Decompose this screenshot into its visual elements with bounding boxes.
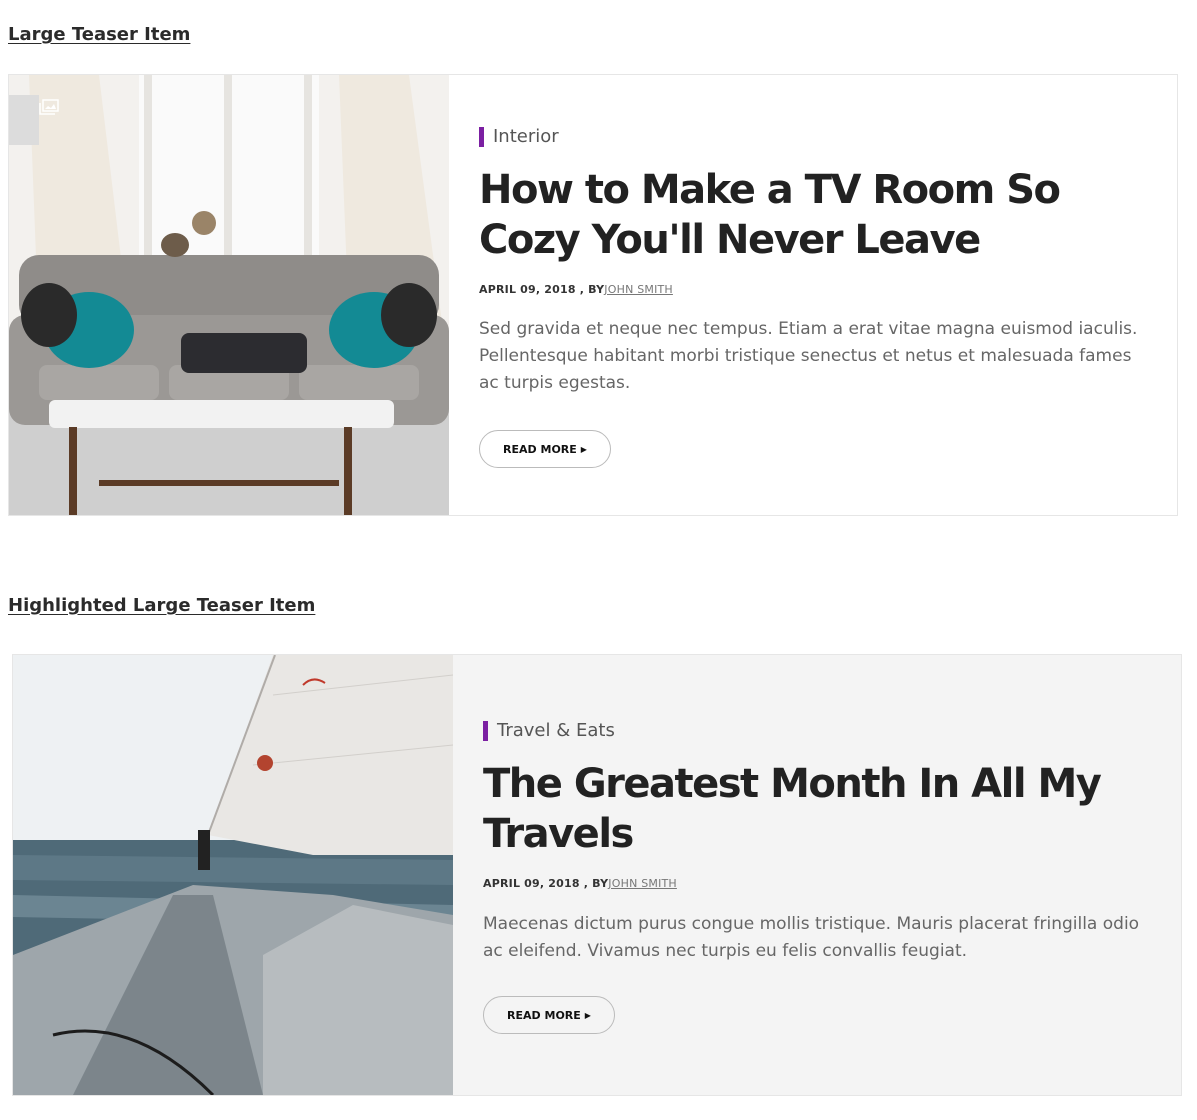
- caret-right-icon: ▶: [580, 444, 587, 454]
- post-meta: APRIL 09, 2018 , BYJOHN SMITH: [479, 283, 673, 296]
- category-label[interactable]: Travel & Eats: [483, 721, 615, 741]
- post-date: APRIL 09, 2018 , BY: [483, 877, 609, 890]
- large-teaser-card: Interior How to Make a TV Room So Cozy Y…: [8, 74, 1178, 516]
- caret-right-icon: ▶: [584, 1010, 591, 1020]
- post-meta: APRIL 09, 2018 , BYJOHN SMITH: [483, 877, 677, 890]
- section-heading-large-teaser[interactable]: Large Teaser Item: [8, 24, 190, 45]
- gallery-icon: [39, 99, 59, 115]
- teaser-content: Interior How to Make a TV Room So Cozy Y…: [449, 75, 1177, 515]
- read-more-button[interactable]: READ MORE ▶: [483, 996, 615, 1034]
- post-date: APRIL 09, 2018 , BY: [479, 283, 605, 296]
- read-more-label: READ MORE: [507, 1008, 581, 1022]
- teaser-image-living-room[interactable]: [9, 75, 449, 515]
- read-more-button[interactable]: READ MORE ▶: [479, 430, 611, 468]
- teaser-title[interactable]: How to Make a TV Room So Cozy You'll Nev…: [479, 165, 1137, 265]
- teaser-content: Travel & Eats The Greatest Month In All …: [453, 655, 1181, 1095]
- author-link[interactable]: JOHN SMITH: [604, 283, 673, 296]
- teaser-title[interactable]: The Greatest Month In All My Travels: [483, 759, 1141, 859]
- teaser-image-sailboat[interactable]: [13, 655, 453, 1095]
- author-link[interactable]: JOHN SMITH: [608, 877, 677, 890]
- read-more-label: READ MORE: [503, 442, 577, 456]
- section-heading-highlighted-large-teaser[interactable]: Highlighted Large Teaser Item: [8, 595, 315, 616]
- category-label[interactable]: Interior: [479, 127, 559, 147]
- teaser-excerpt: Maecenas dictum purus congue mollis tris…: [483, 914, 1140, 961]
- highlighted-large-teaser-card: Travel & Eats The Greatest Month In All …: [12, 654, 1182, 1096]
- teaser-excerpt: Sed gravida et neque nec tempus. Etiam a…: [479, 319, 1138, 393]
